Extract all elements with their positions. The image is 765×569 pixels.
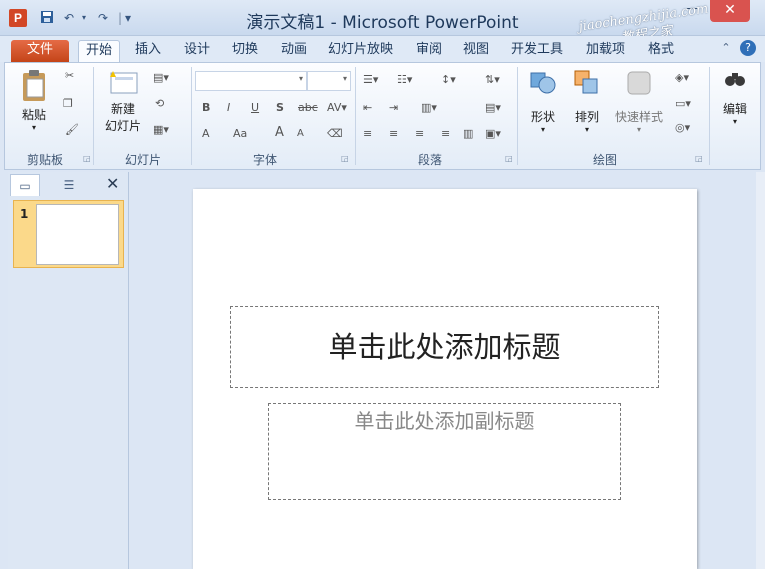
quick-styles-label: 快速样式 xyxy=(614,110,663,124)
clipboard-group-label: 剪贴板 xyxy=(26,153,63,167)
cut-icon[interactable]: ✂ xyxy=(65,69,74,82)
numbering-icon[interactable]: ☷▾ xyxy=(397,73,412,86)
copy-icon[interactable]: ❐ xyxy=(63,97,73,110)
drawing-launcher-icon[interactable]: ◲ xyxy=(695,154,703,163)
tab-developer[interactable]: 开发工具 xyxy=(511,40,563,62)
columns-icon[interactable]: ▥▾ xyxy=(421,101,437,114)
title-placeholder[interactable]: 单击此处添加标题 xyxy=(230,306,659,388)
drawing-group-label: 绘图 xyxy=(592,153,617,167)
bold-button[interactable]: B xyxy=(202,101,210,114)
editing-button[interactable]: 编辑 ▾ xyxy=(713,69,757,126)
decrease-indent-icon[interactable]: ⇤ xyxy=(363,101,372,114)
slide-edit-area: 单击此处添加标题 单击此处添加副标题 xyxy=(131,172,757,569)
outline-tab[interactable]: ☰ xyxy=(54,174,84,196)
distribute-icon[interactable]: ▥ xyxy=(463,127,473,140)
slides-tab[interactable]: ▭ xyxy=(10,174,40,196)
help-icon[interactable]: ? xyxy=(740,40,756,56)
tab-format[interactable]: 格式 xyxy=(648,40,674,62)
font-group-label: 字体 xyxy=(252,153,277,167)
font-color-button[interactable]: A xyxy=(202,127,210,140)
ribbon-tab-bar: 文件 开始 插入 设计 切换 动画 幻灯片放映 审阅 视图 开发工具 加载项 格… xyxy=(0,36,765,62)
ribbon-home: 粘贴 ▾ ✂ ❐ 🖌 剪贴板 ◲ 新建 幻灯片 ▤▾ ⟲ ▦▾ 幻灯片 ▾ ▾ … xyxy=(4,62,761,170)
layout-icon[interactable]: ▤▾ xyxy=(153,71,169,84)
section-icon[interactable]: ▦▾ xyxy=(153,123,169,136)
slide-number: 1 xyxy=(20,207,29,221)
reset-icon[interactable]: ⟲ xyxy=(155,97,164,110)
shrink-font-button[interactable]: A xyxy=(297,128,304,139)
shadow-button[interactable]: S xyxy=(276,101,284,114)
shape-fill-icon[interactable]: ◈▾ xyxy=(675,71,689,84)
tab-home[interactable]: 开始 xyxy=(78,40,120,62)
paragraph-launcher-icon[interactable]: ◲ xyxy=(505,154,513,163)
tab-design[interactable]: 设计 xyxy=(184,40,210,62)
smartart-icon[interactable]: ▣▾ xyxy=(485,127,501,140)
shape-outline-icon[interactable]: ▭▾ xyxy=(675,97,691,110)
shape-effects-icon[interactable]: ◎▾ xyxy=(675,121,690,134)
clipboard-launcher-icon[interactable]: ◲ xyxy=(83,154,91,163)
underline-button[interactable]: U xyxy=(251,101,259,114)
editing-label: 编辑 xyxy=(722,102,747,116)
arrange-label: 排列 xyxy=(574,110,599,124)
tab-insert[interactable]: 插入 xyxy=(135,40,161,62)
subtitle-placeholder[interactable]: 单击此处添加副标题 xyxy=(268,403,621,500)
slide-thumbnail[interactable] xyxy=(36,204,119,265)
align-center-icon[interactable]: ≡ xyxy=(389,127,398,140)
align-text-icon[interactable]: ▤▾ xyxy=(485,101,501,114)
tab-transitions[interactable]: 切换 xyxy=(232,40,258,62)
align-left-icon[interactable]: ≡ xyxy=(363,127,372,140)
line-spacing-icon[interactable]: ↕▾ xyxy=(441,73,456,86)
slides-pane: ▭ ☰ ✕ 1 xyxy=(8,172,129,569)
font-name-field[interactable]: ▾ xyxy=(195,71,307,91)
change-case-button[interactable]: Aa xyxy=(233,127,247,140)
arrange-button[interactable]: 排列 ▾ xyxy=(567,69,607,134)
font-size-field[interactable]: ▾ xyxy=(307,71,351,91)
clear-format-icon[interactable]: ⌫ xyxy=(327,127,343,140)
justify-icon[interactable]: ≡ xyxy=(441,127,450,140)
shapes-label: 形状 xyxy=(530,110,555,124)
tab-view[interactable]: 视图 xyxy=(463,40,489,62)
char-spacing-icon[interactable]: AV▾ xyxy=(327,101,347,114)
shapes-button[interactable]: 形状 ▾ xyxy=(523,69,563,134)
align-right-icon[interactable]: ≡ xyxy=(415,127,424,140)
new-slide-label-2: 幻灯片 xyxy=(104,119,141,133)
grow-font-button[interactable]: A xyxy=(275,125,284,140)
new-slide-label-1: 新建 xyxy=(110,102,135,116)
tab-slideshow[interactable]: 幻灯片放映 xyxy=(328,40,393,62)
italic-button[interactable]: I xyxy=(227,101,230,114)
bullets-icon[interactable]: ☰▾ xyxy=(363,73,378,86)
minimize-ribbon-icon[interactable]: ⌃ xyxy=(718,40,734,56)
tab-review[interactable]: 审阅 xyxy=(416,40,442,62)
paste-label: 粘贴 xyxy=(21,108,46,122)
vertical-scrollbar[interactable] xyxy=(756,172,765,569)
font-launcher-icon[interactable]: ◲ xyxy=(341,154,349,163)
slide-canvas[interactable]: 单击此处添加标题 单击此处添加副标题 xyxy=(193,189,697,569)
format-painter-icon[interactable]: 🖌 xyxy=(65,123,79,136)
strikethrough-button[interactable]: abc xyxy=(298,101,318,114)
tab-addins[interactable]: 加载项 xyxy=(586,40,625,62)
slide-thumbnail-selected[interactable]: 1 xyxy=(13,200,124,268)
close-pane-button[interactable]: ✕ xyxy=(106,174,119,193)
slides-group-label: 幻灯片 xyxy=(124,153,161,167)
text-direction-icon[interactable]: ⇅▾ xyxy=(485,73,500,86)
tab-file[interactable]: 文件 xyxy=(11,40,69,62)
tab-animations[interactable]: 动画 xyxy=(281,40,307,62)
quick-styles-button[interactable]: 快速样式 ▾ xyxy=(611,69,667,134)
paragraph-group-label: 段落 xyxy=(417,153,442,167)
paste-button[interactable]: 粘贴 ▾ xyxy=(15,69,53,132)
increase-indent-icon[interactable]: ⇥ xyxy=(389,101,398,114)
new-slide-button[interactable]: 新建 幻灯片 xyxy=(99,69,147,134)
